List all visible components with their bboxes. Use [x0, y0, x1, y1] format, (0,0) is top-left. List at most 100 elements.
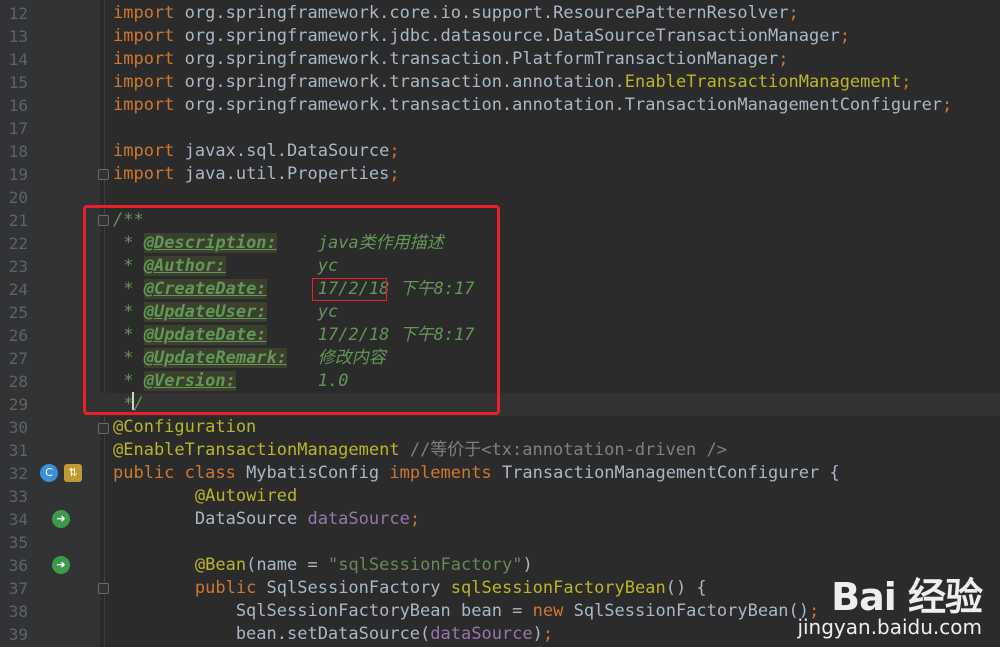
line-number: 16: [8, 96, 28, 115]
code-token: ;: [389, 141, 400, 161]
code-token: public class: [113, 463, 247, 483]
code-token: import: [113, 95, 185, 115]
code-text: public class MybatisConfig implements Tr…: [113, 462, 840, 485]
line-number: 18: [8, 142, 28, 161]
code-token: ;: [942, 95, 953, 115]
line-number: 12: [8, 4, 28, 23]
fold-marker-icon[interactable]: [98, 169, 109, 180]
code-line-19[interactable]: 19 import java.util.Properties;: [0, 163, 1000, 186]
code-token: java.util.Properties: [184, 164, 390, 184]
watermark-logo: Bai 经验: [831, 575, 983, 619]
code-text: bean.setDataSource(dataSource);: [113, 623, 553, 646]
code-token: new: [532, 601, 574, 621]
code-line-14[interactable]: 14 import org.springframework.transaction…: [0, 48, 1000, 71]
code-line-18[interactable]: 18 import javax.sql.DataSource;: [0, 140, 1000, 163]
class-icon[interactable]: C: [40, 464, 58, 482]
code-token: public: [194, 578, 267, 598]
code-text: import org.springframework.core.io.suppo…: [113, 2, 799, 25]
code-line-16[interactable]: 16 import org.springframework.transaction…: [0, 94, 1000, 117]
code-text: import java.util.Properties;: [113, 163, 400, 186]
line-number: 36: [8, 556, 28, 575]
code-token: MybatisConfig: [246, 463, 390, 483]
line-number: 39: [8, 625, 28, 644]
code-line-12[interactable]: 12 import org.springframework.core.io.sup…: [0, 2, 1000, 25]
bean-icon[interactable]: ➜: [52, 556, 70, 574]
code-text: public SqlSessionFactory sqlSessionFacto…: [113, 577, 707, 600]
line-number: 24: [8, 280, 28, 299]
code-token: import: [113, 26, 185, 46]
code-token: ;: [788, 3, 799, 23]
code-line-31[interactable]: 31 @EnableTransactionManagement //等价于<tx:…: [0, 439, 1000, 462]
code-token: ): [532, 624, 543, 644]
code-token: EnableTransactionManagement: [624, 72, 902, 92]
code-token: import: [113, 141, 185, 161]
code-token: sqlSessionFactoryBean: [450, 578, 666, 598]
bean-icon[interactable]: ➜: [52, 510, 70, 528]
line-number: 20: [8, 188, 28, 207]
code-token: SqlSessionFactoryBean bean =: [113, 601, 533, 621]
code-token: TransactionManagementConfigurer {: [501, 463, 840, 483]
code-token: @Autowired: [194, 486, 298, 506]
code-token: org.springframework.transaction.Platform…: [184, 49, 779, 69]
line-number: 13: [8, 27, 28, 46]
line-number: 33: [8, 487, 28, 506]
code-text: import org.springframework.transaction.P…: [113, 48, 789, 71]
code-text: import org.springframework.transaction.a…: [113, 94, 952, 117]
baidu-jingyan-watermark: Bai 经验 jingyan.baidu.com: [797, 566, 983, 639]
code-token: ;: [778, 49, 789, 69]
code-token: ;: [839, 26, 850, 46]
code-token: ): [522, 555, 533, 575]
create-date-highlight-box: [312, 278, 387, 301]
code-line-33[interactable]: 33 @Autowired: [0, 485, 1000, 508]
code-editor[interactable]: 12 import org.springframework.core.io.sup…: [0, 0, 1000, 647]
code-token: ;: [389, 164, 400, 184]
line-number: 35: [8, 533, 28, 552]
code-line-15[interactable]: 15 import org.springframework.transaction…: [0, 71, 1000, 94]
code-text: @Bean(name = "sqlSessionFactory"): [113, 554, 533, 577]
code-token: dataSource: [430, 624, 533, 644]
code-token: @Bean: [194, 555, 247, 575]
code-line-30[interactable]: 30 @Configuration: [0, 416, 1000, 439]
code-text: @Configuration: [113, 416, 256, 439]
code-token: org.springframework.core.io.support.Reso…: [184, 3, 789, 23]
code-text: @EnableTransactionManagement //等价于<tx:an…: [113, 439, 727, 462]
line-number: 32: [8, 464, 28, 483]
fold-marker-icon[interactable]: [98, 583, 109, 594]
code-token: org.springframework.jdbc.datasource.Data…: [184, 26, 840, 46]
code-line-32[interactable]: 32 public class MybatisConfig implements …: [0, 462, 1000, 485]
line-number: 25: [8, 303, 28, 322]
code-text: DataSource dataSource;: [113, 508, 420, 531]
line-number: 34: [8, 510, 28, 529]
code-token: SqlSessionFactoryBean(): [573, 601, 809, 621]
line-number: 26: [8, 326, 28, 345]
line-number: 27: [8, 349, 28, 368]
code-line-34[interactable]: 34 DataSource dataSource;: [0, 508, 1000, 531]
text-caret: [132, 392, 134, 410]
code-token: (name =: [246, 555, 328, 575]
line-number: 37: [8, 579, 28, 598]
line-number: 15: [8, 73, 28, 92]
code-token: ;: [542, 624, 554, 644]
code-text: import org.springframework.transaction.a…: [113, 71, 911, 94]
code-token: DataSource: [113, 509, 308, 529]
watermark-url: jingyan.baidu.com: [797, 615, 982, 639]
implements-icon[interactable]: ⇅: [64, 464, 82, 482]
line-number: 28: [8, 372, 28, 391]
code-token: import: [113, 164, 185, 184]
code-line-35[interactable]: 35: [0, 531, 1000, 554]
code-line-13[interactable]: 13 import org.springframework.jdbc.dataso…: [0, 25, 1000, 48]
code-token: implements: [389, 463, 502, 483]
fold-marker-icon[interactable]: [98, 423, 109, 434]
line-number: 29: [8, 395, 28, 414]
code-token: //等价于<tx:annotation-driven />: [409, 440, 727, 460]
code-text: SqlSessionFactoryBean bean = new SqlSess…: [113, 600, 819, 623]
code-token: @EnableTransactionManagement: [113, 440, 400, 460]
code-token: javax.sql.DataSource: [184, 141, 390, 161]
line-number: 21: [8, 211, 28, 230]
code-token: () {: [665, 578, 707, 598]
code-token: @Configuration: [113, 417, 257, 437]
code-line-17[interactable]: 17: [0, 117, 1000, 140]
code-token: org.springframework.transaction.annotati…: [184, 95, 943, 115]
